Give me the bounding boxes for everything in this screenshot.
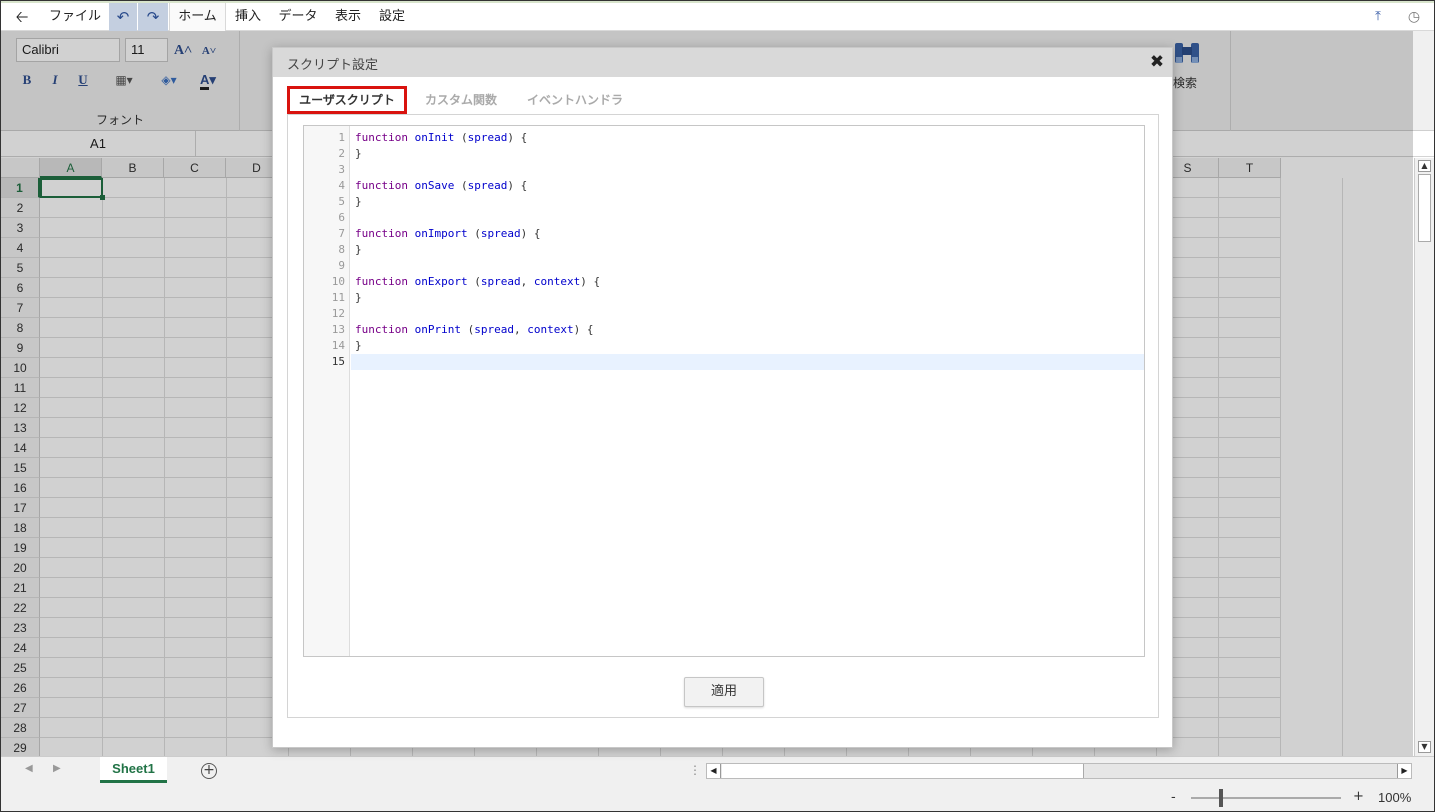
zoom-out-button[interactable]: - [1171, 790, 1176, 805]
keyword: function [355, 227, 408, 240]
code-line[interactable]: function onExport (spread, context) { [355, 274, 600, 290]
zoom-slider[interactable] [1191, 797, 1341, 799]
back-arrow-icon[interactable]: 🡠 [7, 3, 37, 31]
add-sheet-icon[interactable]: + [201, 763, 217, 779]
active-line-highlight [351, 354, 1144, 370]
tab-user-script[interactable]: ユーザスクリプト [287, 86, 407, 114]
function-name: onSave [414, 179, 455, 192]
close-icon[interactable]: ✖ [1148, 52, 1166, 72]
menu-settings[interactable]: 設定 [374, 3, 410, 31]
scroll-right-icon[interactable]: ▶ [1397, 764, 1411, 778]
scrollbar-resize-handle[interactable]: ⋮ [689, 763, 701, 777]
argument: context [533, 275, 581, 288]
scroll-down-icon[interactable]: ▼ [1418, 741, 1431, 753]
script-settings-dialog: スクリプト設定 ✖ ユーザスクリプト カスタム関数 イベントハンドラ 12345… [272, 47, 1173, 748]
line-number: 13 [331, 323, 345, 336]
undo-icon[interactable]: ↶ [109, 3, 137, 31]
line-number: 15 [331, 355, 345, 368]
code-line[interactable]: } [355, 290, 362, 306]
line-number: 10 [331, 275, 345, 288]
argument: spread [480, 227, 521, 240]
argument: spread [474, 323, 514, 336]
line-number: 7 [338, 227, 345, 240]
code-line[interactable]: function onPrint (spread, context) { [355, 322, 593, 338]
code-line[interactable]: function onSave (spread) { [355, 178, 527, 194]
code-line[interactable]: } [355, 242, 362, 258]
vertical-scroll-thumb[interactable] [1418, 174, 1431, 242]
code-line[interactable]: } [355, 146, 362, 162]
keyword: function [355, 131, 408, 144]
line-number: 14 [331, 339, 345, 352]
line-number: 8 [338, 243, 345, 256]
menu-home[interactable]: ホーム [169, 3, 226, 32]
vertical-scrollbar[interactable]: ▲ ▼ [1414, 158, 1434, 756]
tab-custom-functions[interactable]: カスタム関数 [425, 86, 497, 114]
code-editor[interactable]: 1 2 3 4 5 6 7 8 9 10 11 12 13 14 15 function onInit (s… [303, 125, 1145, 657]
line-number: 5 [338, 195, 345, 208]
line-number: 11 [331, 291, 345, 304]
sheet-tab[interactable]: Sheet1 [100, 757, 167, 783]
tab-event-handlers[interactable]: イベントハンドラ [527, 86, 623, 114]
collapse-ribbon-icon[interactable]: ⤒ [1367, 3, 1389, 31]
horizontal-scrollbar[interactable]: ◀ ▶ [706, 763, 1412, 779]
horizontal-scroll-thumb[interactable] [722, 764, 1084, 778]
zoom-slider-handle[interactable] [1219, 789, 1223, 807]
code-line[interactable]: function onInit (spread) { [355, 130, 527, 146]
prev-sheet-icon[interactable]: ◀ [25, 763, 33, 774]
menu-data[interactable]: データ [273, 3, 323, 31]
menu-insert[interactable]: 挿入 [230, 3, 266, 31]
line-number: 6 [338, 211, 345, 224]
dialog-title: スクリプト設定 [287, 58, 379, 73]
line-number: 1 [338, 131, 345, 144]
history-icon[interactable]: ◷ [1403, 3, 1425, 31]
scroll-up-icon[interactable]: ▲ [1418, 160, 1431, 172]
code-line[interactable]: } [355, 338, 362, 354]
menu-bar: 🡠 ファイル ↶ ↷ ホーム 挿入 データ 表示 設定 ⤒ ◷ [1, 3, 1434, 32]
next-sheet-icon[interactable]: ▶ [53, 763, 61, 774]
dialog-titlebar[interactable]: スクリプト設定 ✖ [273, 48, 1172, 77]
app-window: 🡠 ファイル ↶ ↷ ホーム 挿入 データ 表示 設定 ⤒ ◷ Calibri … [0, 0, 1435, 812]
status-bar: - + 100% [1, 786, 1434, 811]
scroll-left-icon[interactable]: ◀ [707, 764, 721, 778]
zoom-in-button[interactable]: + [1353, 789, 1364, 804]
keyword: function [355, 179, 408, 192]
keyword: function [355, 323, 408, 336]
apply-button[interactable]: 適用 [684, 677, 764, 707]
function-name: onInit [414, 131, 455, 144]
menu-file[interactable]: ファイル [45, 3, 105, 31]
argument: spread [467, 131, 508, 144]
function-name: onImport [414, 227, 468, 240]
zoom-level: 100% [1378, 790, 1412, 805]
code-line[interactable]: } [355, 194, 362, 210]
keyword: function [355, 275, 408, 288]
line-number: 9 [338, 259, 345, 272]
line-number-gutter: 1 2 3 4 5 6 7 8 9 10 11 12 13 14 15 [304, 126, 350, 656]
argument: context [527, 323, 574, 336]
sheet-tab-strip: ◀ ▶ Sheet1 + ⋮ ◀ ▶ [1, 756, 1434, 786]
line-number: 3 [338, 163, 345, 176]
line-number: 4 [338, 179, 345, 192]
line-number: 12 [331, 307, 345, 320]
argument: spread [480, 275, 521, 288]
line-number: 2 [338, 147, 345, 160]
function-name: onPrint [414, 323, 461, 336]
function-name: onExport [414, 275, 468, 288]
code-line[interactable]: function onImport (spread) { [355, 226, 540, 242]
dialog-panel: 1 2 3 4 5 6 7 8 9 10 11 12 13 14 15 function onInit (s… [287, 114, 1159, 718]
argument: spread [467, 179, 508, 192]
menu-view[interactable]: 表示 [330, 3, 366, 31]
redo-icon[interactable]: ↷ [138, 3, 168, 31]
